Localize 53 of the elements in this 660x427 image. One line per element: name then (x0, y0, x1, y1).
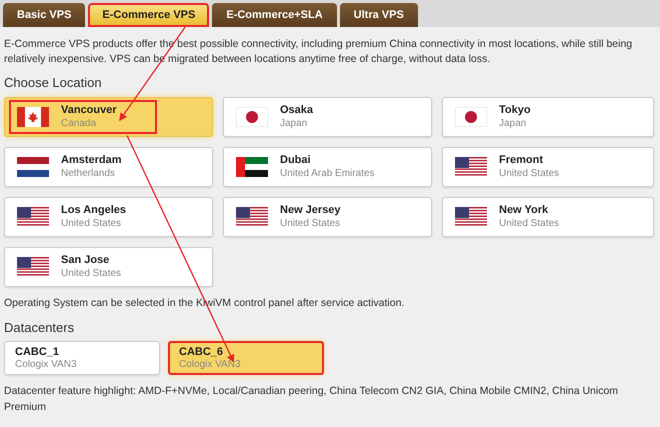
flag-icon (17, 107, 49, 128)
flag-icon (236, 107, 268, 128)
country-name: United States (61, 268, 122, 280)
datacenter-card[interactable]: CABC_6 Cologix VAN3 (168, 341, 324, 376)
country-name: United States (499, 218, 560, 230)
datacenter-name: CABC_1 (15, 346, 60, 359)
location-card[interactable]: Osaka Japan (223, 97, 432, 138)
country-name: United States (61, 218, 122, 230)
location-name: Amsterdam (61, 154, 122, 168)
section-heading: Datacenters (3, 318, 76, 337)
location-card[interactable]: Tokyo Japan (442, 97, 654, 138)
location-card[interactable]: Amsterdam Netherlands (4, 147, 213, 188)
location-card[interactable]: Los Angeles United States (4, 197, 213, 238)
feature-note: Datacenter feature highlight: AMD-F+NVMe, Local/Canadian peering, China Telecom CN2 GIA, China Mobile CMIN2, China Unicom Premium (3, 384, 620, 416)
tab[interactable]: Ultra VPS (340, 3, 418, 27)
flag-icon (17, 207, 49, 228)
country-name: Netherlands (61, 168, 116, 180)
location-name: New York (499, 204, 550, 218)
location-name: San Jose (61, 254, 110, 268)
country-name: United Arab Emirates (280, 168, 374, 180)
flag-icon (455, 207, 487, 228)
flag-icon (455, 107, 487, 128)
location-card[interactable]: New York United States (442, 197, 654, 238)
country-name: Canada (61, 118, 98, 130)
datacenter-card[interactable]: CABC_1 Cologix VAN3 (4, 341, 160, 376)
country-name: United States (499, 168, 560, 180)
location-card[interactable]: New Jersey United States (223, 197, 432, 238)
flag-icon (236, 157, 268, 178)
location-name: New Jersey (280, 204, 341, 218)
location-name: Vancouver (61, 104, 117, 118)
location-name: Tokyo (499, 104, 531, 118)
location-name: Fremont (499, 154, 544, 168)
location-card[interactable]: Fremont United States (442, 147, 654, 188)
location-name: Osaka (280, 104, 314, 118)
flag-icon (455, 157, 487, 178)
tab[interactable]: E-Commerce+SLA (212, 3, 337, 27)
datacenter-site: Cologix VAN3 (179, 358, 242, 371)
flag-icon (17, 257, 49, 278)
country-name: Japan (280, 118, 308, 130)
country-name: United States (280, 218, 341, 230)
location-card[interactable]: Dubai United Arab Emirates (223, 147, 432, 188)
location-card[interactable]: San Jose United States (4, 247, 213, 288)
location-card[interactable]: Vancouver Canada (4, 97, 213, 138)
section-heading: Choose Location (3, 74, 103, 92)
flag-icon (236, 207, 268, 228)
tab[interactable]: E-Commerce VPS (88, 3, 210, 27)
tab[interactable]: Basic VPS (3, 3, 86, 27)
datacenter-name: CABC_6 (179, 346, 224, 359)
location-name: Los Angeles (61, 204, 126, 218)
location-name: Dubai (280, 154, 312, 168)
flag-icon (17, 157, 49, 178)
datacenter-site: Cologix VAN3 (15, 358, 78, 371)
country-name: Japan (499, 118, 528, 130)
